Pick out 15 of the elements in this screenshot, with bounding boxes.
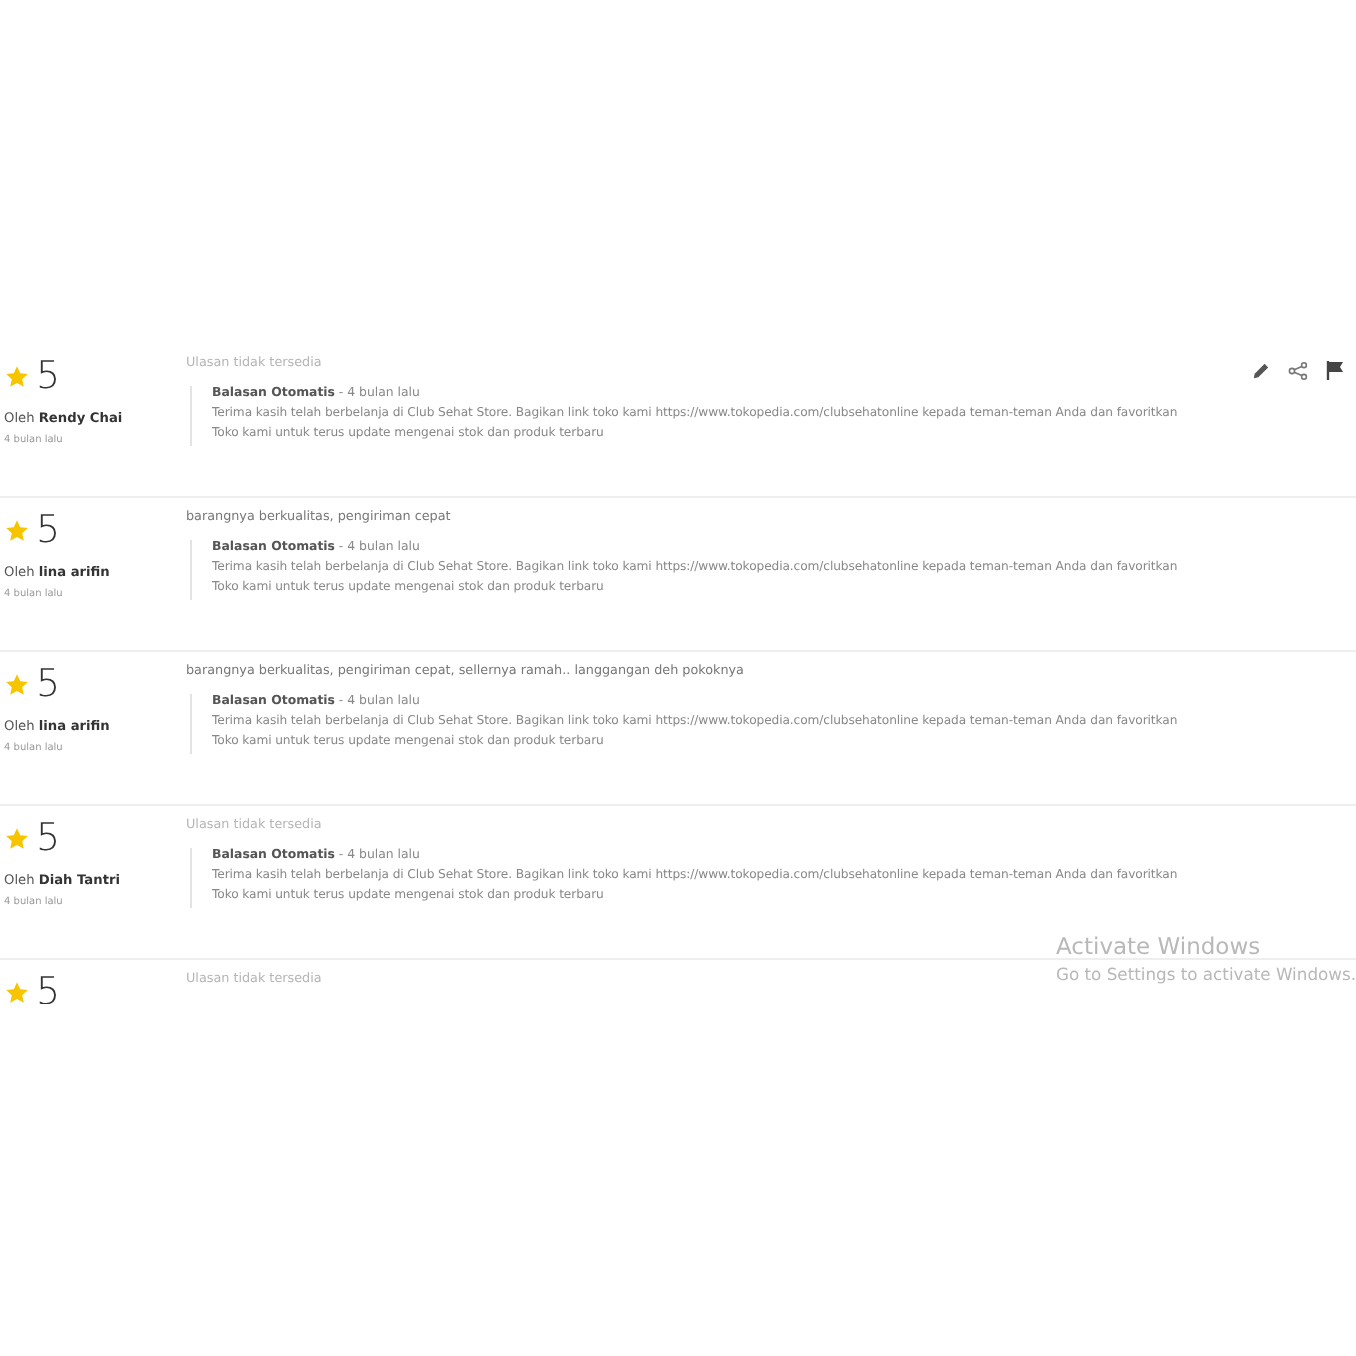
rating-value: 5	[36, 970, 61, 1004]
share-icon[interactable]	[1288, 361, 1308, 379]
star-icon	[4, 979, 30, 1004]
activation-title: Activate Windows	[1056, 932, 1263, 960]
rating-value: 5	[36, 816, 61, 860]
rating-value: 5	[36, 354, 61, 398]
star-icon	[4, 671, 30, 697]
activation-message: Go to Settings to activate Windows.	[1056, 964, 1356, 984]
star-icon	[4, 825, 30, 851]
rating-value: 5	[36, 662, 61, 706]
edit-icon[interactable]	[1252, 361, 1270, 379]
rating-value: 5	[36, 508, 61, 552]
flag-icon[interactable]	[1326, 360, 1344, 380]
star-icon	[4, 517, 30, 543]
star-icon	[4, 363, 30, 389]
